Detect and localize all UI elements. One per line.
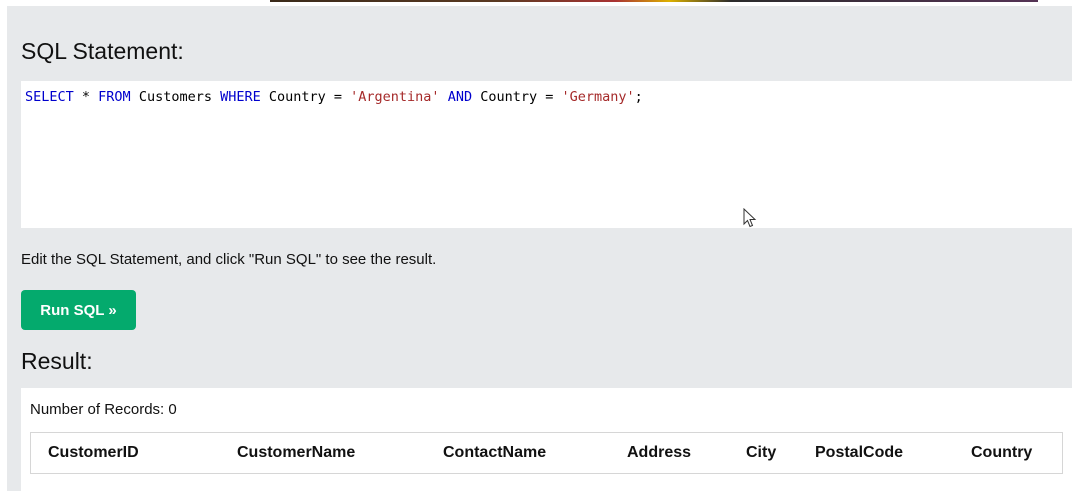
banner-image-strip [270, 0, 1038, 2]
sql-token: AND [447, 89, 473, 105]
sql-token: Country = [260, 89, 351, 105]
result-table: CustomerID CustomerName ContactName Addr… [30, 432, 1063, 474]
record-count: Number of Records: 0 [30, 401, 177, 418]
sql-editor[interactable]: SELECT * FROM Customers WHERE Country = … [21, 81, 1072, 228]
sql-token: SELECT [25, 89, 74, 105]
column-header-customerid: CustomerID [48, 444, 139, 461]
sql-token: Customers [130, 89, 221, 105]
table-header-row: CustomerID CustomerName ContactName Addr… [31, 433, 1063, 474]
column-header-country: Country [971, 444, 1033, 461]
sql-token: Country = [472, 89, 562, 105]
run-sql-button[interactable]: Run SQL » [21, 290, 136, 330]
sql-token: WHERE [220, 89, 261, 105]
sql-token: ; [634, 89, 643, 105]
mouse-pointer-icon [743, 208, 757, 228]
sql-statement-heading: SQL Statement: [21, 38, 184, 64]
sql-token: 'Germany' [561, 89, 635, 105]
sql-token: 'Argentina' [350, 89, 440, 105]
sql-code-line[interactable]: SELECT * FROM Customers WHERE Country = … [25, 89, 643, 105]
column-header-customername: CustomerName [237, 444, 356, 461]
column-header-address: Address [627, 444, 692, 461]
result-heading: Result: [21, 348, 93, 374]
result-panel: Number of Records: 0 CustomerID Customer… [21, 388, 1072, 491]
sql-token: FROM [98, 89, 131, 105]
sql-token: * [73, 89, 99, 105]
run-hint-text: Edit the SQL Statement, and click "Run S… [21, 251, 437, 268]
column-header-postalcode: PostalCode [815, 444, 904, 461]
column-header-contactname: ContactName [443, 444, 547, 461]
column-header-city: City [746, 444, 777, 461]
